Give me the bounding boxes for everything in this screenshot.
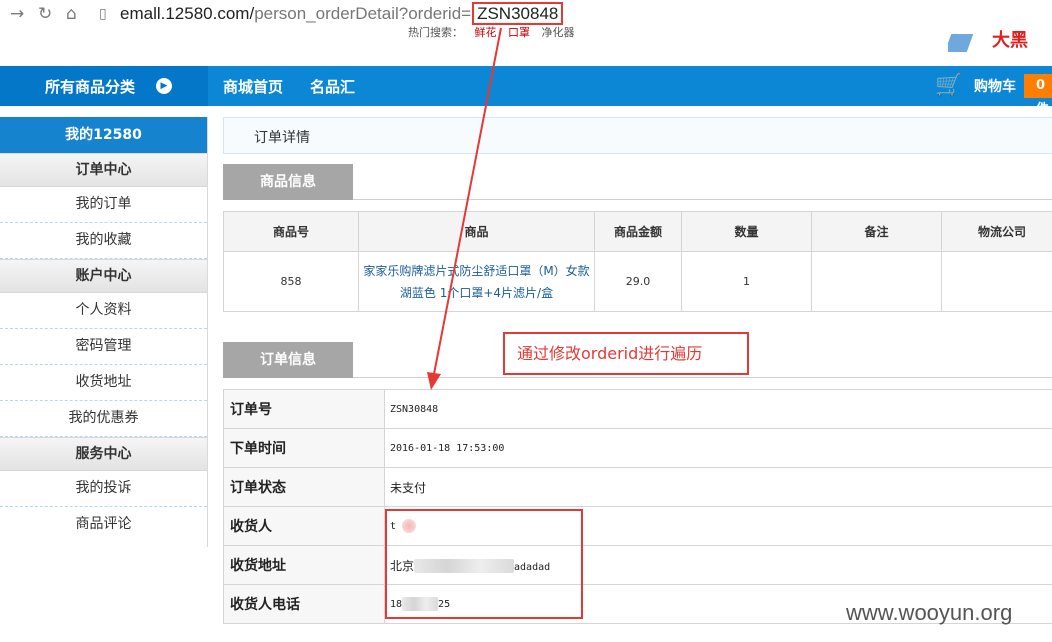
- phone-label: 收货人电话: [223, 584, 385, 624]
- hot-search-item[interactable]: 净化器: [542, 26, 575, 39]
- category-label: 所有商品分类: [45, 78, 136, 96]
- sidebar-item-password[interactable]: 密码管理: [0, 329, 207, 365]
- column-header: 商品金额: [594, 211, 682, 252]
- reload-icon[interactable]: ↻: [38, 2, 52, 26]
- banner-text: 大黑: [992, 30, 1028, 51]
- goods-name-line2[interactable]: 湖蓝色 1个口罩+4片滤片/盒: [400, 286, 553, 300]
- hot-search: 热门搜索： 鲜花 口罩 净化器: [408, 24, 583, 40]
- sidebar-item-favorites[interactable]: 我的收藏: [0, 223, 207, 259]
- goods-logistics: [941, 251, 1052, 312]
- table-row: 收货人 t: [223, 506, 1052, 546]
- table-row: 订单状态 未支付: [223, 467, 1052, 507]
- order-time-value: 2016-01-18 17:53:00: [384, 428, 1052, 468]
- sidebar-item-coupons[interactable]: 我的优惠券: [0, 401, 207, 437]
- page-title: 订单详情: [254, 130, 310, 146]
- annotation-callout: 通过修改orderid进行遍历: [503, 332, 749, 375]
- banner-graphic: [948, 34, 974, 52]
- url-path: person_orderDetail?orderid=: [254, 4, 472, 23]
- order-id-label: 订单号: [223, 389, 385, 429]
- sidebar-section-service: 服务中心: [0, 437, 207, 471]
- column-header: 物流公司: [941, 211, 1052, 252]
- order-status-label: 订单状态: [223, 467, 385, 507]
- hot-search-label: 热门搜索：: [408, 26, 463, 39]
- goods-amount: 29.0: [594, 251, 682, 312]
- home-icon[interactable]: ⌂: [66, 2, 77, 26]
- chevron-right-icon: ▶: [156, 78, 172, 94]
- sidebar-item-my-orders[interactable]: 我的订单: [0, 187, 207, 223]
- hot-search-item[interactable]: 鲜花: [475, 26, 497, 39]
- page-icon: ▯: [99, 6, 107, 22]
- nav-link-home[interactable]: 商城首页: [223, 76, 283, 97]
- column-header: 商品: [358, 211, 595, 252]
- hot-search-item[interactable]: 口罩: [508, 26, 530, 39]
- sidebar-section-account: 账户中心: [0, 259, 207, 293]
- table-row: 858 家家乐购牌滤片式防尘舒适口罩（M）女款 湖蓝色 1个口罩+4片滤片/盒 …: [223, 251, 1052, 312]
- goods-remark: [811, 251, 942, 312]
- annotation-highlight-box: [385, 509, 583, 619]
- category-menu[interactable]: 所有商品分类 ▶: [0, 66, 208, 106]
- table-header-row: 商品号 商品 商品金额 数量 备注 物流公司: [223, 211, 1052, 252]
- goods-table: 商品号 商品 商品金额 数量 备注 物流公司 858 家家乐购牌滤片式防尘舒适口…: [223, 211, 1052, 312]
- cart-label[interactable]: 购物车: [974, 76, 1016, 96]
- goods-name-link[interactable]: 家家乐购牌滤片式防尘舒适口罩（M）女款 湖蓝色 1个口罩+4片滤片/盒: [358, 251, 595, 312]
- goods-section-title: 商品信息: [223, 164, 353, 200]
- cart-icon[interactable]: 🛒: [935, 73, 962, 98]
- sidebar-item-complaints[interactable]: 我的投诉: [0, 471, 207, 507]
- sidebar-item-reviews[interactable]: 商品评论: [0, 507, 207, 543]
- goods-quantity: 1: [681, 251, 812, 312]
- address-label: 收货地址: [223, 545, 385, 585]
- url-field[interactable]: emall.12580.com/person_orderDetail?order…: [120, 2, 564, 26]
- promo-banner[interactable]: 大黑: [948, 28, 1052, 52]
- order-time-label: 下单时间: [223, 428, 385, 468]
- breadcrumb: 订单详情: [223, 117, 1052, 154]
- table-row: 订单号 ZSN30848: [223, 389, 1052, 429]
- table-row: 收货地址 北京 adadad: [223, 545, 1052, 585]
- order-id-value: ZSN30848: [384, 389, 1052, 429]
- nav-link-brands[interactable]: 名品汇: [310, 76, 355, 97]
- column-header: 数量: [681, 211, 812, 252]
- recipient-label: 收货人: [223, 506, 385, 546]
- forward-arrow-icon[interactable]: →: [10, 2, 24, 26]
- watermark: www.wooyun.org: [846, 600, 1013, 625]
- column-header: 备注: [811, 211, 942, 252]
- order-section-title: 订单信息: [223, 342, 353, 378]
- order-status-value: 未支付: [384, 467, 1052, 507]
- top-strip: 热门搜索： 鲜花 口罩 净化器 大黑: [0, 26, 1052, 66]
- sidebar-section-orders: 订单中心: [0, 153, 207, 187]
- order-info-table: 订单号 ZSN30848 下单时间 2016-01-18 17:53:00 订单…: [223, 389, 1052, 624]
- table-row: 下单时间 2016-01-18 17:53:00: [223, 428, 1052, 468]
- column-header: 商品号: [223, 211, 359, 252]
- sidebar-item-address[interactable]: 收货地址: [0, 365, 207, 401]
- url-host: emall.12580.com/: [120, 4, 255, 23]
- sidebar: 我的12580 订单中心 我的订单 我的收藏 账户中心 个人资料 密码管理 收货…: [0, 117, 208, 547]
- main-nav: 所有商品分类 ▶ 商城首页 名品汇 🛒 购物车 0件: [0, 66, 1052, 117]
- goods-section-header: 商品信息: [223, 164, 1052, 200]
- url-orderid-highlight: ZSN30848: [472, 2, 564, 25]
- goods-name-line1[interactable]: 家家乐购牌滤片式防尘舒适口罩（M）女款: [363, 264, 589, 278]
- sidebar-title[interactable]: 我的12580: [0, 117, 207, 153]
- goods-id: 858: [223, 251, 359, 312]
- sidebar-item-profile[interactable]: 个人资料: [0, 293, 207, 329]
- cart-count-badge[interactable]: 0件: [1024, 74, 1052, 117]
